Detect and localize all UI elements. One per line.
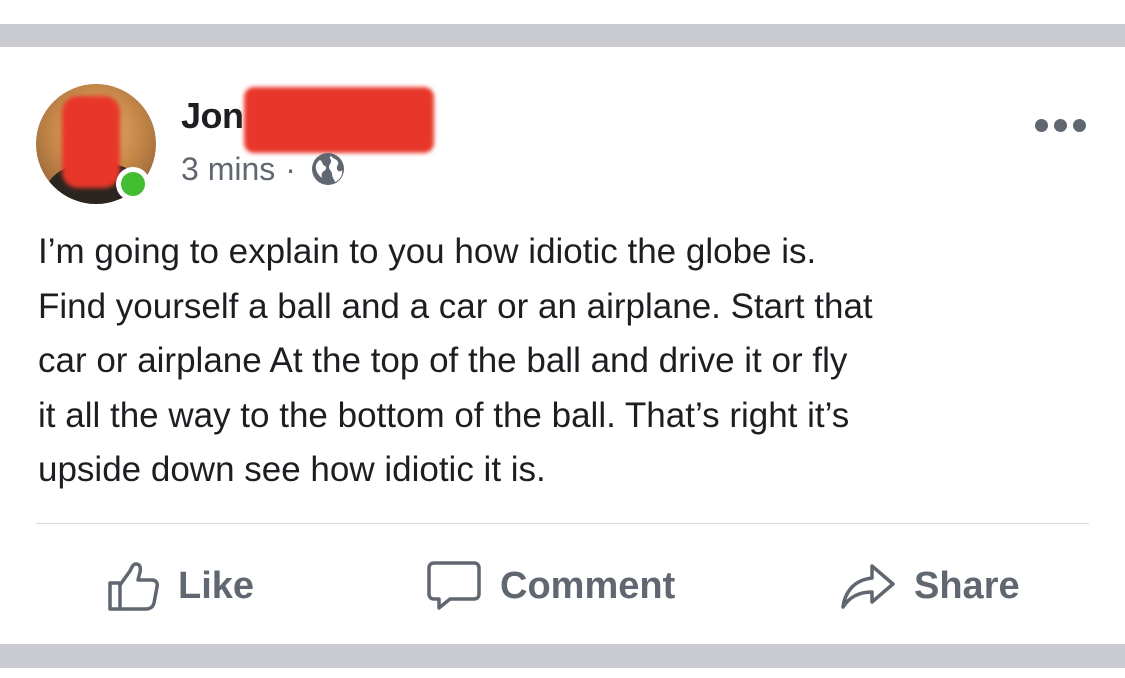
feed-post: Jon 3 mins · I’m going to explain to you… [0, 47, 1125, 644]
like-button[interactable]: Like [106, 561, 254, 611]
more-dot [1035, 118, 1048, 132]
share-label: Share [914, 564, 1020, 607]
author-name-redaction [244, 87, 434, 153]
more-dot [1054, 118, 1067, 132]
thumbs-up-icon [108, 562, 159, 611]
author-name[interactable]: Jon [181, 95, 244, 137]
post-timestamp[interactable]: 3 mins [181, 151, 275, 188]
bottom-spacer [0, 668, 1125, 678]
actions-separator [36, 523, 1089, 524]
share-button[interactable]: Share [840, 561, 1020, 611]
online-status-indicator [116, 167, 150, 201]
avatar-redaction [62, 96, 120, 188]
comment-label: Comment [500, 564, 676, 607]
like-label: Like [178, 564, 255, 607]
post-meta: 3 mins · [181, 149, 346, 189]
more-dot [1073, 118, 1086, 132]
meta-separator: · [285, 150, 296, 187]
feed-divider-bottom [0, 644, 1125, 668]
more-options-icon[interactable] [1035, 115, 1093, 135]
share-arrow-icon [841, 564, 895, 609]
comment-bubble-icon [427, 561, 481, 610]
comment-button[interactable]: Comment [426, 561, 675, 611]
top-spacer [0, 0, 1125, 24]
globe-icon[interactable] [310, 151, 346, 187]
feed-divider-top [0, 24, 1125, 47]
post-body-text: I’m going to explain to you how idiotic … [38, 232, 873, 489]
